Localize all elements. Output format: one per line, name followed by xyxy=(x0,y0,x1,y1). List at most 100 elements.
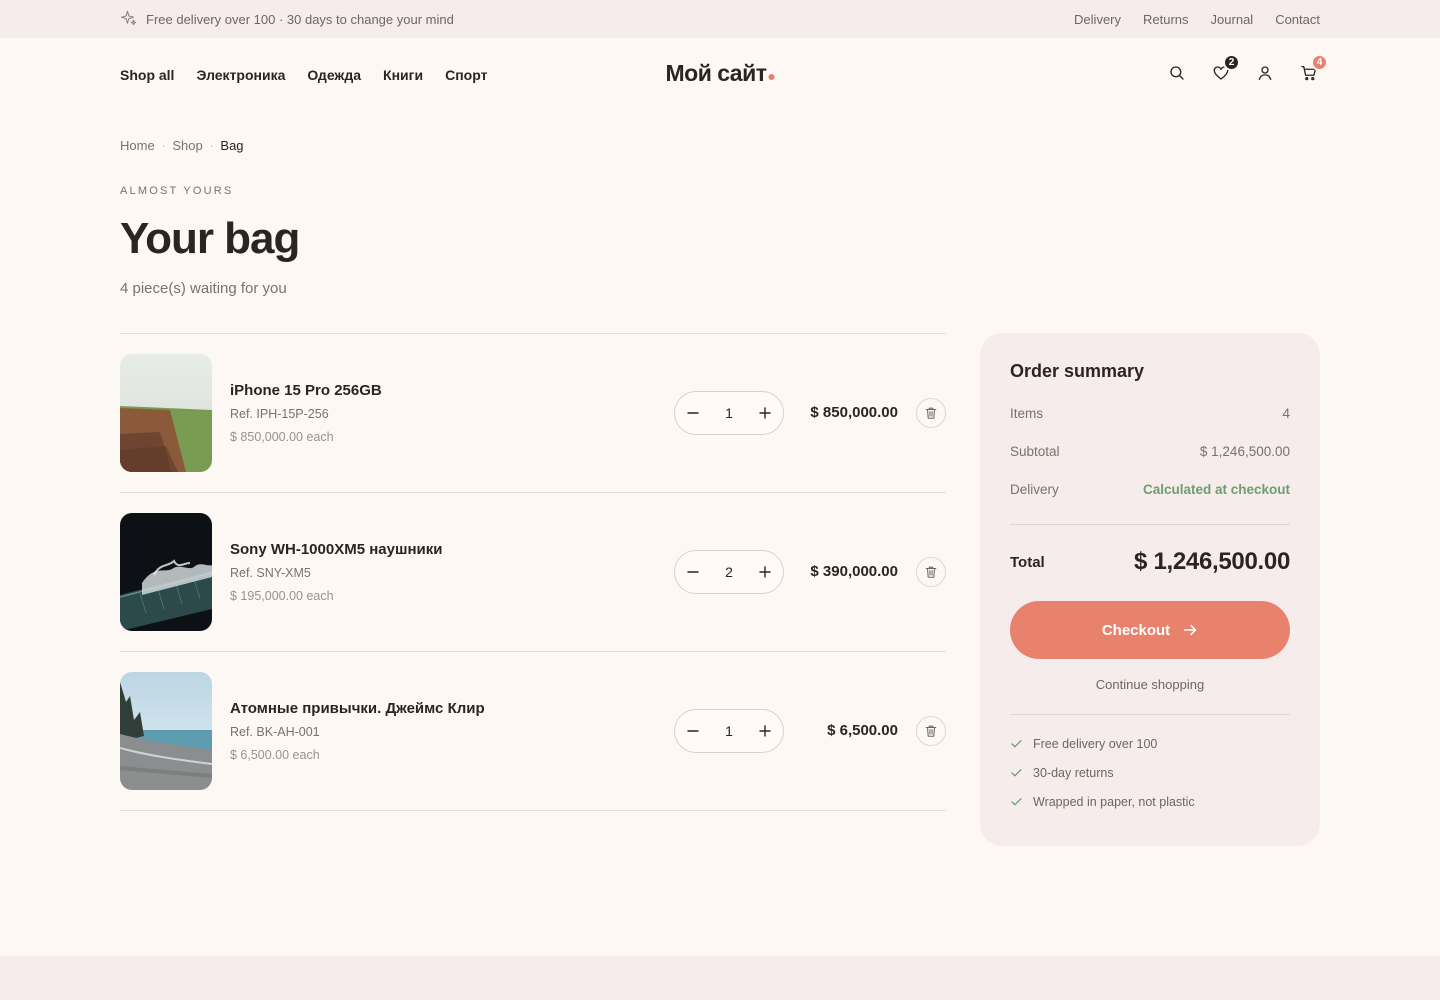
perk-label: Free delivery over 100 xyxy=(1033,736,1158,751)
nav-clothing[interactable]: Одежда xyxy=(307,67,361,83)
summary-delivery-value: Calculated at checkout xyxy=(1142,482,1290,497)
cart-count-badge: 4 xyxy=(1311,54,1328,71)
sparkle-icon xyxy=(120,9,138,30)
quantity-value: 1 xyxy=(725,405,733,421)
cart-item: iPhone 15 Pro 256GB Ref. IPH-15P-256 $ 8… xyxy=(120,334,946,493)
link-returns[interactable]: Returns xyxy=(1143,12,1189,27)
quantity-stepper: 1 xyxy=(674,709,784,753)
quantity-stepper: 1 xyxy=(674,391,784,435)
summary-items-row: Items 4 xyxy=(1010,406,1290,444)
item-name[interactable]: Атомные привычки. Джеймс Клир xyxy=(230,700,485,717)
summary-subtotal-row: Subtotal $ 1,246,500.00 xyxy=(1010,444,1290,482)
decrease-button[interactable] xyxy=(683,562,703,582)
plus-icon xyxy=(759,566,771,578)
summary-delivery-label: Delivery xyxy=(1010,482,1059,497)
summary-subtotal-label: Subtotal xyxy=(1010,444,1060,459)
remove-item-button[interactable] xyxy=(916,557,946,587)
item-total: $ 6,500.00 xyxy=(827,722,898,739)
check-icon xyxy=(1011,769,1022,777)
product-image[interactable] xyxy=(120,354,212,472)
header-actions: 2 4 xyxy=(1166,54,1328,86)
item-total: $ 850,000.00 xyxy=(810,404,898,421)
link-contact[interactable]: Contact xyxy=(1275,12,1320,27)
item-unit-price: $ 195,000.00 each xyxy=(230,589,334,603)
perk-label: Wrapped in paper, not plastic xyxy=(1033,794,1195,809)
plus-icon xyxy=(759,725,771,737)
page-subtitle: 4 piece(s) waiting for you xyxy=(120,280,287,297)
cart-item: Атомные привычки. Джеймс Клир Ref. BK-AH… xyxy=(120,652,946,811)
item-total: $ 390,000.00 xyxy=(810,563,898,580)
trash-icon xyxy=(925,407,937,419)
site-footer xyxy=(0,956,1440,1000)
quantity-stepper: 2 xyxy=(674,550,784,594)
checkout-button[interactable]: Checkout xyxy=(1010,601,1290,659)
item-unit-price: $ 6,500.00 each xyxy=(230,748,320,762)
item-ref: Ref. IPH-15P-256 xyxy=(230,407,329,421)
link-delivery[interactable]: Delivery xyxy=(1074,12,1121,27)
nav-sport[interactable]: Спорт xyxy=(445,67,487,83)
item-name[interactable]: iPhone 15 Pro 256GB xyxy=(230,382,382,399)
cart-button[interactable]: 4 xyxy=(1298,54,1328,86)
product-image[interactable] xyxy=(120,513,212,631)
utility-links: Delivery Returns Journal Contact xyxy=(1074,12,1320,27)
perk-item: Wrapped in paper, not plastic xyxy=(1010,787,1290,816)
nav-shop-all[interactable]: Shop all xyxy=(120,67,174,83)
promo-text: Free delivery over 100 · 30 days to chan… xyxy=(146,11,454,27)
order-summary: Order summary Items 4 Subtotal $ 1,246,5… xyxy=(980,333,1320,846)
item-name[interactable]: Sony WH-1000XM5 наушники xyxy=(230,541,442,558)
breadcrumb: Home · Shop · Bag xyxy=(120,138,244,153)
increase-button[interactable] xyxy=(755,403,775,423)
minus-icon xyxy=(687,412,699,414)
product-image[interactable] xyxy=(120,672,212,790)
trash-icon xyxy=(925,725,937,737)
cart-list: iPhone 15 Pro 256GB Ref. IPH-15P-256 $ 8… xyxy=(120,333,946,811)
account-button[interactable] xyxy=(1254,64,1276,86)
divider xyxy=(1010,714,1290,715)
summary-subtotal-value: $ 1,246,500.00 xyxy=(1199,444,1290,459)
quantity-value: 1 xyxy=(725,723,733,739)
summary-delivery-row: Delivery Calculated at checkout xyxy=(1010,482,1290,520)
breadcrumb-current: Bag xyxy=(220,138,244,153)
search-button[interactable] xyxy=(1166,64,1188,86)
remove-item-button[interactable] xyxy=(916,398,946,428)
nav-electronics[interactable]: Электроника xyxy=(196,67,285,83)
nav-books[interactable]: Книги xyxy=(383,67,423,83)
minus-icon xyxy=(687,571,699,573)
check-icon xyxy=(1011,740,1022,748)
perk-item: 30-day returns xyxy=(1010,758,1290,787)
arrow-right-icon xyxy=(1183,624,1197,636)
increase-button[interactable] xyxy=(755,721,775,741)
item-info: Атомные привычки. Джеймс Клир Ref. BK-AH… xyxy=(230,700,485,762)
item-info: Sony WH-1000XM5 наушники Ref. SNY-XM5 $ … xyxy=(230,541,442,603)
perk-item: Free delivery over 100 xyxy=(1010,729,1290,758)
perk-label: 30-day returns xyxy=(1033,765,1114,780)
summary-total-row: Total $ 1,246,500.00 xyxy=(1010,525,1290,599)
decrease-button[interactable] xyxy=(683,403,703,423)
wishlist-button[interactable]: 2 xyxy=(1210,54,1240,86)
continue-shopping-link[interactable]: Continue shopping xyxy=(1010,677,1290,692)
increase-button[interactable] xyxy=(755,562,775,582)
summary-total-value: $ 1,246,500.00 xyxy=(1134,548,1290,575)
link-journal[interactable]: Journal xyxy=(1211,12,1254,27)
minus-icon xyxy=(687,730,699,732)
summary-items-label: Items xyxy=(1010,406,1044,421)
page-eyebrow: ALMOST YOURS xyxy=(120,185,234,197)
cart-item: Sony WH-1000XM5 наушники Ref. SNY-XM5 $ … xyxy=(120,493,946,652)
site-logo[interactable]: Мой сайт xyxy=(665,60,775,87)
remove-item-button[interactable] xyxy=(916,716,946,746)
plus-icon xyxy=(759,407,771,419)
breadcrumb-shop[interactable]: Shop xyxy=(172,138,202,153)
search-icon xyxy=(1168,64,1186,87)
item-ref: Ref. SNY-XM5 xyxy=(230,566,311,580)
logo-dot xyxy=(768,74,775,80)
summary-title: Order summary xyxy=(1010,361,1145,381)
main-nav: Shop all Электроника Одежда Книги Спорт xyxy=(120,67,487,83)
promo: Free delivery over 100 · 30 days to chan… xyxy=(120,9,454,30)
item-ref: Ref. BK-AH-001 xyxy=(230,725,320,739)
breadcrumb-home[interactable]: Home xyxy=(120,138,155,153)
decrease-button[interactable] xyxy=(683,721,703,741)
quantity-value: 2 xyxy=(725,564,733,580)
checkout-label: Checkout xyxy=(1101,621,1171,639)
breadcrumb-separator: · xyxy=(161,139,166,152)
logo-text: Мой сайт xyxy=(665,60,767,86)
